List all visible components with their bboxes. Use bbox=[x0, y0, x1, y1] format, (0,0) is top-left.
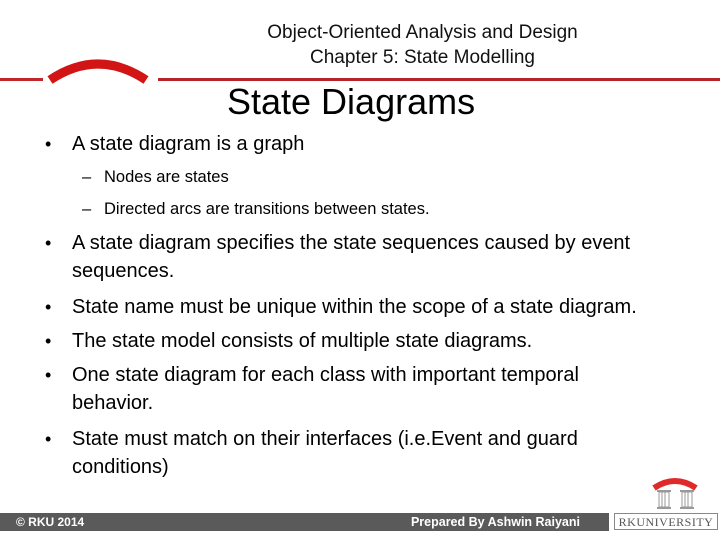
university-logo-text: RKUNIVERSITY bbox=[614, 513, 718, 530]
bullet-text: State name must be unique within the sco… bbox=[72, 296, 637, 318]
course-title-line1: Object-Oriented Analysis and Design bbox=[267, 22, 578, 43]
bullet-text-line1: A state diagram specifies the state sequ… bbox=[72, 232, 631, 254]
bullet-text-line1: State must match on their interfaces (i.… bbox=[72, 428, 578, 450]
bullet-text: One state diagram for each class with im… bbox=[72, 361, 712, 417]
dash-icon: – bbox=[82, 168, 92, 186]
bullet-text-line1: One state diagram for each class with im… bbox=[72, 364, 579, 386]
bullet-text: A state diagram is a graph bbox=[72, 133, 305, 155]
header-rule-left bbox=[0, 78, 43, 81]
course-title: Object-Oriented Analysis and Design Chap… bbox=[225, 20, 620, 70]
bullet-text-line2: conditions) bbox=[72, 456, 169, 478]
bullet-icon: • bbox=[45, 297, 52, 317]
dash-icon: – bbox=[82, 200, 92, 218]
bullet-icon: • bbox=[45, 134, 52, 154]
header-arc-icon bbox=[47, 59, 149, 84]
bullet-icon: • bbox=[45, 331, 52, 351]
footer-author: Prepared By Ashwin Raiyani bbox=[410, 515, 580, 529]
sub-bullet-text: Directed arcs are transitions between st… bbox=[104, 200, 430, 218]
slide-title: State Diagrams bbox=[227, 81, 476, 122]
bullet-text: The state model consists of multiple sta… bbox=[72, 330, 533, 352]
bullet-icon: • bbox=[45, 233, 52, 253]
footer-copyright: © RKU 2014 bbox=[16, 515, 85, 529]
bullet-text: A state diagram specifies the state sequ… bbox=[72, 229, 712, 285]
bullet-icon: • bbox=[45, 429, 52, 449]
bullet-icon: • bbox=[45, 365, 52, 385]
bullet-text-line2: sequences. bbox=[72, 260, 175, 282]
sub-bullet-text: Nodes are states bbox=[104, 168, 229, 186]
course-title-line2: Chapter 5: State Modelling bbox=[310, 47, 535, 68]
bullet-text-line2: behavior. bbox=[72, 392, 154, 414]
